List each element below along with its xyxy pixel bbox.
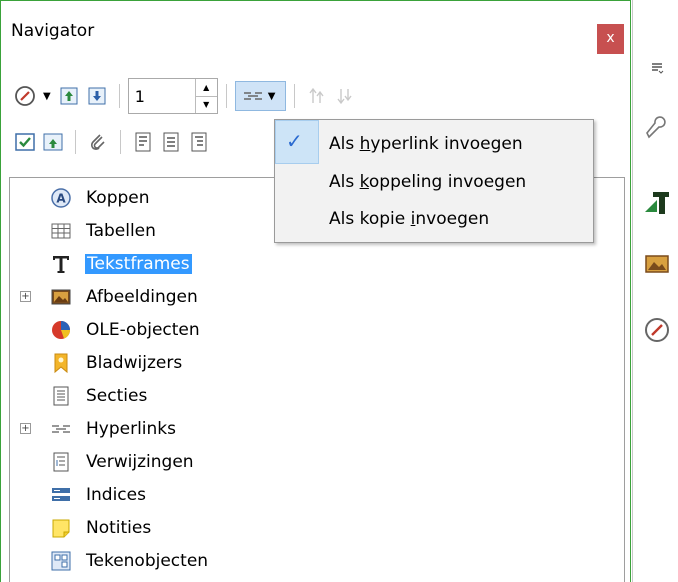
toolbar-separator	[294, 84, 296, 108]
headings-icon: A	[50, 187, 72, 209]
header-footer-toggle-button[interactable]	[84, 128, 112, 156]
demote-chapter-icon	[191, 132, 207, 152]
styles-icon	[645, 192, 669, 214]
content-view-icon	[15, 133, 35, 151]
tree-item-label: Verwijzingen	[86, 452, 194, 472]
toolbar-separator	[120, 130, 121, 154]
menu-item-mnemonic: h	[359, 134, 371, 154]
compass-icon	[15, 86, 35, 106]
tree-item-label: Secties	[86, 386, 148, 406]
sidebar-menu-button[interactable]	[641, 52, 673, 84]
tables-icon	[50, 220, 72, 242]
toolbar-row-2	[11, 125, 213, 159]
chevron-down-icon: ▼	[267, 90, 276, 102]
promote-level-icon	[309, 87, 324, 103]
tree-item-label: Hyperlinks	[86, 419, 177, 439]
panel-title: Navigator	[11, 21, 95, 41]
tree-item-label: Bladwijzers	[86, 353, 183, 373]
comments-icon	[50, 517, 72, 539]
tree-item-label: Tekenobjecten	[86, 551, 209, 571]
menu-item-text: oppeling invoegen	[368, 172, 527, 192]
menu-item-insert-as-link[interactable]: Als koppeling invoegen	[329, 172, 526, 192]
move-down-icon	[88, 87, 106, 105]
toolbar-separator	[225, 84, 227, 108]
references-icon	[50, 451, 72, 473]
paperclip-icon	[90, 134, 105, 151]
tree-item-label: Koppen	[86, 188, 150, 208]
gallery-icon	[645, 255, 669, 273]
menu-item-insert-as-hyperlink[interactable]: Als hyperlink invoegen	[329, 134, 523, 154]
drag-mode-menu: ✓ Als hyperlink invoegen Als koppeling i…	[274, 119, 594, 243]
sidebar-properties-button[interactable]	[641, 113, 673, 145]
demote-chapter-button[interactable]	[185, 128, 213, 156]
sidebar-navigator-button[interactable]	[641, 314, 673, 346]
menu-item-text: Als	[329, 172, 360, 192]
heading-levels-icon	[135, 132, 151, 152]
sidebar-gallery-button[interactable]	[641, 248, 673, 280]
menu-item-text: Als kopie	[329, 209, 411, 229]
promote-chapter-button[interactable]	[157, 128, 185, 156]
menu-item-text: nvoegen	[415, 209, 490, 229]
chevron-down-icon[interactable]: ▼	[43, 91, 51, 102]
tree-item-label: Tabellen	[86, 221, 156, 241]
ole-objects-icon	[50, 319, 72, 341]
checkmark-icon: ✓	[286, 129, 303, 153]
next-item-button[interactable]	[83, 82, 111, 110]
toolbar-separator	[118, 84, 120, 108]
menu-item-text: Als	[329, 134, 360, 154]
spinner-up-icon[interactable]: ▲	[195, 79, 217, 97]
svg-text:A: A	[56, 192, 66, 206]
sidebar-tab-strip	[632, 0, 678, 582]
hyperlink-chain-icon	[243, 92, 262, 100]
images-icon	[50, 286, 72, 308]
page-number-input[interactable]	[128, 79, 195, 113]
menu-lines-icon	[652, 63, 664, 74]
heading-levels-button[interactable]	[129, 128, 157, 156]
sidebar-styles-button[interactable]	[641, 186, 673, 218]
move-up-icon	[60, 87, 78, 105]
menu-check-highlight: ✓	[275, 120, 319, 164]
drag-mode-button[interactable]: ▼	[234, 81, 287, 111]
close-button[interactable]: x	[597, 24, 624, 54]
spinner-down-icon[interactable]: ▼	[196, 97, 217, 114]
navigator-panel: Navigator x ▼ ▲	[0, 0, 631, 582]
toolbar-row-1: ▼ ▲ ▼ ▼	[11, 78, 359, 114]
toolbar-separator	[75, 130, 76, 154]
promote-level-button[interactable]	[303, 82, 331, 110]
hyperlinks-icon	[50, 418, 72, 440]
tree-item-label: Notities	[86, 518, 152, 538]
wrench-icon	[646, 116, 666, 139]
reminder-icon	[43, 133, 63, 151]
tree-item-label: Tekstframes	[85, 254, 192, 274]
sections-icon	[50, 385, 72, 407]
tree-item-label: OLE-objecten	[86, 320, 200, 340]
drawing-objects-icon	[50, 550, 72, 572]
previous-item-button[interactable]	[55, 82, 83, 110]
demote-level-icon	[337, 89, 352, 105]
spinner-arrows: ▲ ▼	[194, 79, 217, 114]
indexes-icon	[50, 484, 72, 506]
page-number-spinner[interactable]: ▲ ▼	[127, 78, 218, 114]
menu-item-insert-as-copy[interactable]: Als kopie invoegen	[329, 209, 489, 229]
tree-item-label: Afbeeldingen	[86, 287, 198, 307]
compass-icon	[645, 318, 669, 342]
expand-icon[interactable]: +	[20, 423, 31, 434]
text-frames-icon	[50, 253, 72, 275]
expand-icon[interactable]: +	[20, 291, 31, 302]
promote-chapter-icon	[163, 132, 179, 152]
demote-level-button[interactable]	[331, 82, 359, 110]
menu-item-text: yperlink invoegen	[370, 134, 523, 154]
content-navigation-view-button[interactable]	[11, 128, 39, 156]
tree-item-label: Indices	[86, 485, 146, 505]
menu-item-mnemonic: k	[359, 172, 369, 192]
set-reminder-button[interactable]	[39, 128, 67, 156]
bookmarks-icon	[50, 352, 72, 374]
navigation-compass-button[interactable]	[11, 82, 39, 110]
navigator-titlebar: Navigator x	[1, 1, 630, 61]
